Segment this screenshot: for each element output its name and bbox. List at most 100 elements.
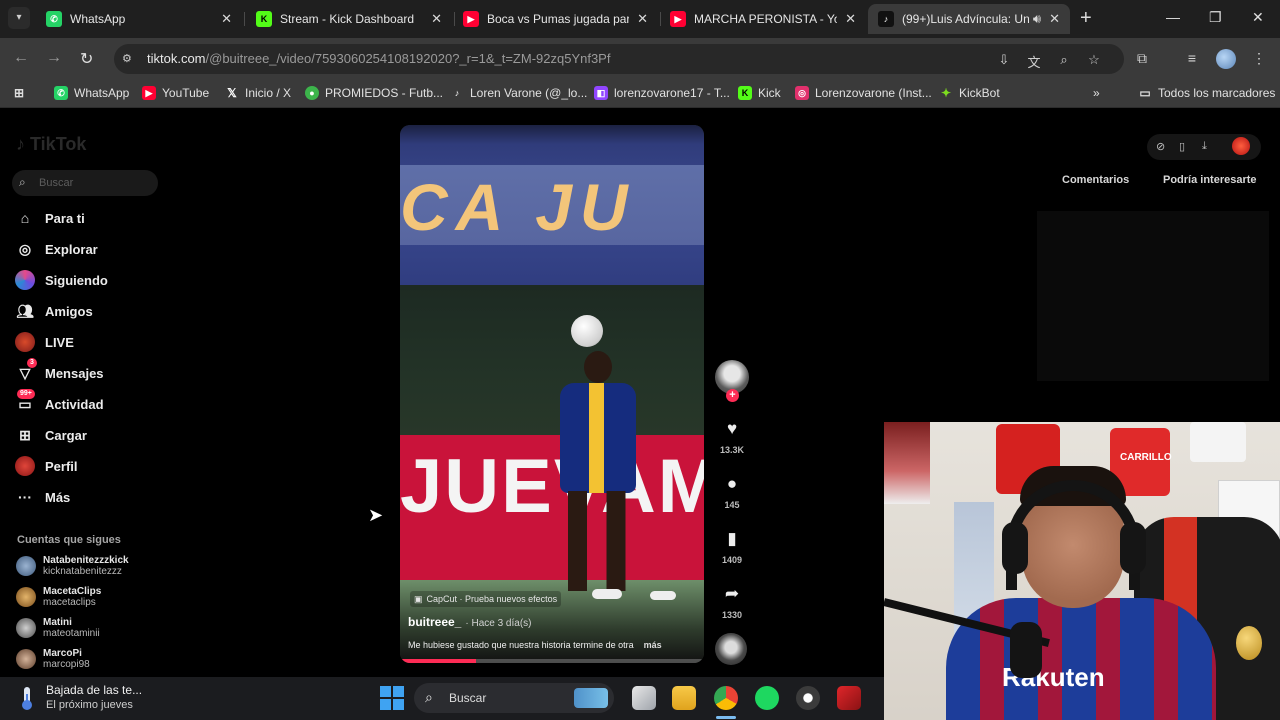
menu-siguiendo[interactable]: Siguiendo	[14, 267, 108, 293]
bookmarks-bar: ⊞ ✆ WhatsApp ▶ YouTube 𝕏 Inicio / X ● PROMIE…	[0, 80, 1280, 108]
save-button[interactable]: ▮ 1409	[712, 529, 752, 565]
tiktok-logo[interactable]: ♪ TikTok	[16, 134, 86, 155]
close-tab-icon[interactable]: ✕	[221, 11, 232, 27]
menu-label: Para ti	[45, 210, 85, 226]
tab-boca-pumas[interactable]: ▶ Boca vs Pumas jugada para ✕	[453, 4, 658, 34]
video-progress-bar[interactable]	[400, 659, 704, 663]
media-controls-icon[interactable]: ≡	[1183, 50, 1201, 68]
close-tab-icon[interactable]: ✕	[431, 11, 442, 27]
like-button[interactable]: ♥ 13.3K	[712, 419, 752, 455]
weather-title[interactable]: Bajada de las te...	[46, 683, 142, 697]
reload-icon[interactable]: ↻	[80, 49, 93, 69]
menu-actividad[interactable]: ▭ 99+ Actividad	[14, 389, 104, 417]
streamer-shirt	[946, 598, 1216, 720]
bookmark-x[interactable]: 𝕏 Inicio / X	[225, 86, 291, 100]
game-launcher-icon[interactable]	[837, 686, 861, 710]
video-author[interactable]: buitreee_ · Hace 3 día(s)	[408, 615, 532, 629]
site-settings-icon[interactable]: ⚙	[122, 52, 136, 66]
weather-subtitle: El próximo jueves	[46, 699, 133, 711]
tab-whatsapp[interactable]: ✆ WhatsApp ✕	[36, 4, 242, 34]
music-disc-icon[interactable]	[715, 633, 747, 665]
following-account[interactable]: Matini mateotaminii	[16, 617, 100, 639]
tab-marcha-peronista[interactable]: ▶ MARCHA PERONISTA - YouT ✕	[660, 4, 866, 34]
tab-comentarios[interactable]: Comentarios	[1062, 174, 1129, 186]
account-name: MacetaClips	[43, 586, 102, 597]
share-button[interactable]: ➦ 1330	[712, 584, 752, 620]
window-close-icon[interactable]: ✕	[1252, 9, 1264, 26]
close-tab-icon[interactable]: ✕	[1049, 11, 1060, 27]
comment-button[interactable]: ● 145	[712, 474, 752, 510]
bookmark-instagram[interactable]: ◎ Lorenzovarone (Inst...	[795, 86, 932, 100]
user-avatar[interactable]	[1232, 137, 1250, 155]
bookmark-loren-tiktok[interactable]: ♪ Loren Varone (@_lo...	[450, 86, 588, 100]
menu-cargar[interactable]: ⊞ Cargar	[14, 422, 87, 448]
bookmark-twitch[interactable]: ◧ lorenzovarone17 - T...	[594, 86, 730, 100]
close-tab-icon[interactable]: ✕	[845, 11, 856, 27]
browser-toolbar: ← → ↻ ⚙ tiktok.com/@buitreee_/video/7593…	[0, 38, 1280, 80]
restore-icon[interactable]: ❐	[1209, 9, 1222, 26]
mouse-cursor-icon: ➤	[368, 505, 384, 525]
compass-icon[interactable]: ⊘	[1156, 140, 1165, 153]
phone-icon[interactable]: ▯	[1179, 140, 1185, 153]
zoom-icon[interactable]: ⌕	[1056, 52, 1072, 68]
forward-icon[interactable]: →	[46, 49, 62, 67]
bookmark-youtube[interactable]: ▶ YouTube	[142, 86, 209, 100]
profile-avatar[interactable]	[1216, 49, 1236, 69]
following-account[interactable]: MacetaClips macetaclips	[16, 586, 101, 608]
chrome-icon[interactable]	[714, 686, 738, 710]
new-tab-button[interactable]: +	[1080, 8, 1092, 28]
translate-icon[interactable]: 文	[1026, 52, 1042, 70]
file-explorer-icon[interactable]	[672, 686, 696, 710]
menu-label: Siguiendo	[45, 272, 108, 288]
browser-menu-icon[interactable]: ⋮	[1250, 50, 1268, 68]
thermometer-icon[interactable]	[18, 685, 36, 711]
menu-live[interactable]: LIVE	[14, 329, 74, 355]
task-view-icon[interactable]	[632, 686, 656, 710]
spotify-icon[interactable]	[755, 686, 779, 710]
tab-search-chevron-icon[interactable]: ▾	[8, 7, 30, 29]
back-icon[interactable]: ←	[13, 49, 29, 67]
extensions-icon[interactable]: ⧉	[1133, 50, 1151, 68]
following-account[interactable]: MarcoPi marcopi98	[16, 648, 90, 670]
close-tab-icon[interactable]: ✕	[637, 11, 648, 27]
menu-explorar[interactable]: ◎ Explorar	[14, 236, 98, 262]
friends-icon: 👥︎	[16, 302, 34, 319]
bookmark-kick[interactable]: K Kick	[738, 86, 781, 100]
windows-start-icon[interactable]	[380, 686, 404, 710]
bookmark-promiedos[interactable]: ● PROMIEDOS - Futb...	[305, 86, 443, 100]
menu-mas[interactable]: ··· Más	[14, 484, 70, 510]
active-app-indicator	[716, 716, 736, 719]
search-highlight-icon	[574, 688, 608, 708]
comment-icon: ●	[726, 474, 738, 493]
bookmark-whatsapp[interactable]: ✆ WhatsApp	[54, 86, 129, 100]
obs-icon[interactable]	[796, 686, 820, 710]
bookmark-star-icon[interactable]: ☆	[1086, 52, 1102, 68]
menu-perfil[interactable]: Perfil	[14, 453, 78, 479]
menu-amigos[interactable]: 👥︎ Amigos	[14, 298, 93, 324]
tab-kick-dashboard[interactable]: K Stream - Kick Dashboard ✕	[246, 4, 452, 34]
tab-tiktok-active[interactable]: ♪ (99+)Luis Advíncula: Un 🔊︎ ✕	[868, 4, 1070, 34]
speaker-icon[interactable]: 🔊︎	[1033, 11, 1041, 27]
address-bar[interactable]: ⚙ tiktok.com/@buitreee_/video/7593060254…	[114, 44, 1124, 74]
apps-grid-icon[interactable]: ⊞	[12, 86, 32, 100]
player-head	[584, 351, 612, 383]
video-player[interactable]: CA JU JUEVAM ▣ CapCut · Prueba nuevos efe…	[400, 125, 704, 663]
following-account[interactable]: Natabenitezzzkick kicknatabenitezzz	[16, 555, 129, 577]
search-placeholder: Buscar	[39, 177, 74, 189]
download-icon[interactable]: ⤓	[1202, 140, 1207, 153]
search-input[interactable]: ⌕ Buscar	[12, 170, 158, 196]
menu-mensajes[interactable]: ▽ 3 Mensajes	[14, 358, 104, 386]
capcut-tag[interactable]: ▣ CapCut · Prueba nuevos efectos	[410, 591, 562, 607]
activity-icon: ▭ 99+	[14, 389, 36, 415]
more-link[interactable]: más	[644, 640, 662, 650]
menu-para-ti[interactable]: ⌂ Para ti	[14, 205, 85, 231]
all-bookmarks[interactable]: ▭ Todos los marcadores	[1138, 86, 1275, 100]
install-app-icon[interactable]: ⇩	[996, 52, 1012, 68]
minimize-icon[interactable]: —	[1166, 9, 1180, 25]
tab-podria-interesarte[interactable]: Podría interesarte	[1163, 174, 1257, 186]
taskbar-search[interactable]: ⌕ Buscar	[414, 683, 614, 713]
follow-plus-icon[interactable]: +	[726, 389, 739, 402]
account-name: MarcoPi	[43, 648, 82, 659]
bookmark-kickbot[interactable]: ✦ KickBot	[939, 86, 1000, 100]
bookmarks-overflow-icon[interactable]: »	[1093, 86, 1100, 100]
